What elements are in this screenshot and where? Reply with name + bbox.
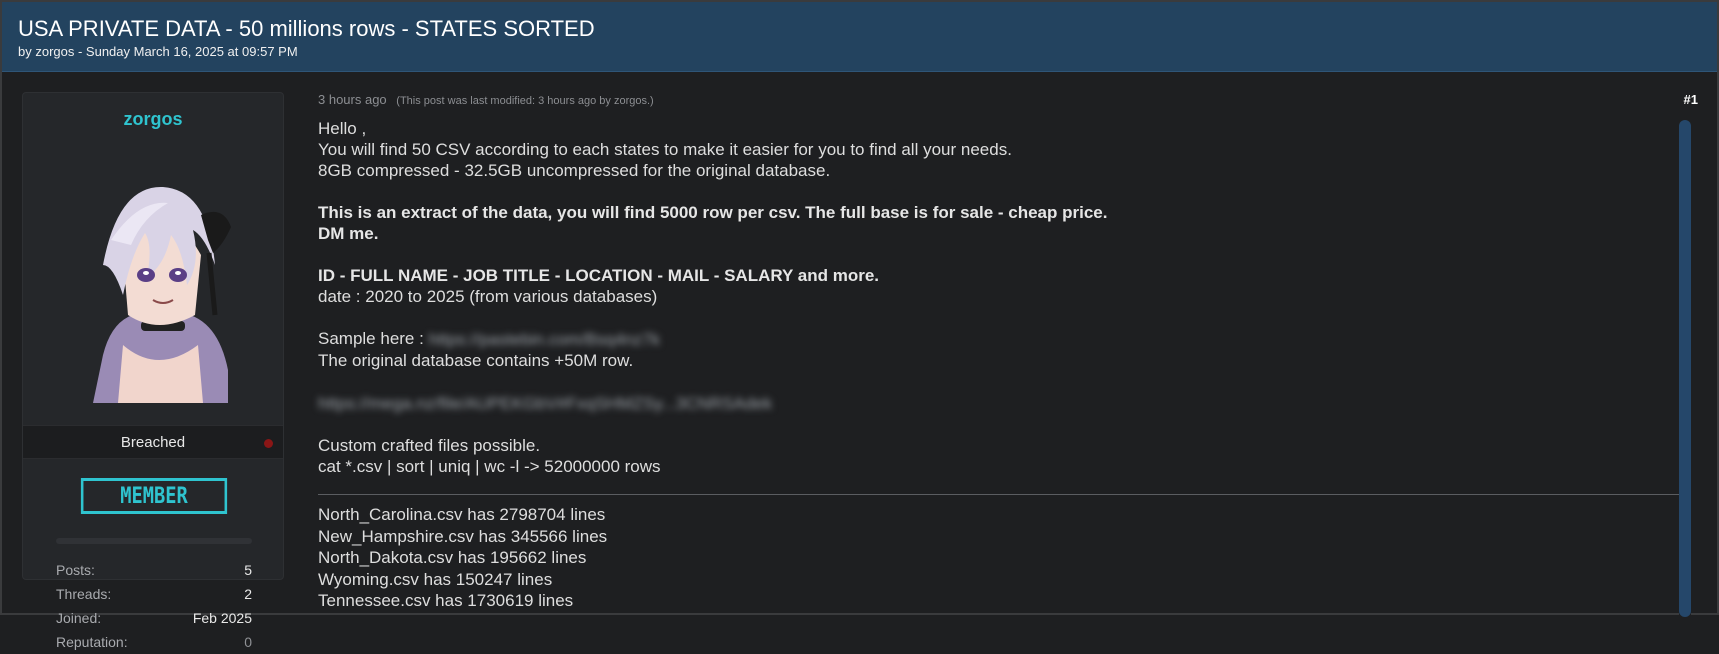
file-line: North_Carolina.csv has 2798704 lines (318, 505, 606, 524)
post-time[interactable]: 3 hours ago (318, 92, 387, 107)
thread-title: USA PRIVATE DATA - 50 millions rows - ST… (18, 16, 595, 41)
reputation-bar (56, 538, 252, 544)
post-line: date : 2020 to 2025 (from various databa… (318, 287, 658, 306)
avatar[interactable] (83, 145, 233, 403)
author-stats: Posts: 5 Threads: 2 Joined: Feb 2025 Rep… (56, 558, 252, 654)
post-line: Sample here : (318, 329, 424, 348)
thread-header: USA PRIVATE DATA - 50 millions rows - ST… (2, 2, 1717, 72)
post-body: Hello , You will find 50 CSV according t… (318, 118, 1678, 477)
rank-strip: Breached (23, 425, 283, 459)
post-scrollbar[interactable] (1679, 112, 1691, 617)
post-meta: 3 hours ago (This post was last modified… (318, 92, 654, 107)
stat-value[interactable]: 2 (244, 582, 252, 606)
stat-label: Posts: (56, 562, 95, 578)
stat-value: Feb 2025 (192, 610, 252, 626)
stat-joined: Joined: Feb 2025 (56, 606, 252, 630)
author-card: zorgos Breached MEMBER Posts: 5 Threads:… (22, 92, 284, 650)
post-modified-note: (This post was last modified: 3 hours ag… (396, 95, 654, 107)
stat-label: Joined: (56, 610, 102, 626)
sample-line: Sample here : https://pastebin.com/Bsq4n… (318, 328, 1678, 350)
file-line: North_Dakota.csv has 195662 lines (318, 548, 587, 567)
stat-threads: Threads: 2 (56, 582, 252, 606)
thread-meta: by zorgos - Sunday March 16, 2025 at 09:… (18, 44, 298, 59)
post-line: The original database contains +50M row. (318, 351, 634, 371)
forum-window: USA PRIVATE DATA - 50 millions rows - ST… (0, 0, 1719, 650)
post-line-bold: DM me. (318, 224, 379, 243)
rank-label: Breached (120, 434, 186, 451)
download-link[interactable]: https://mega.nz/file/AUPEKGbV#FxqSHMZSy.… (318, 393, 772, 414)
post-line-bold: This is an extract of the data, you will… (318, 203, 1108, 222)
stat-reputation: Reputation: 0 (56, 630, 252, 654)
post-number-link[interactable]: #1 (1684, 92, 1698, 107)
file-line: New_Hampshire.csv has 345566 lines (318, 526, 608, 546)
stat-posts: Posts: 5 (56, 558, 252, 582)
post-line-bold: ID - FULL NAME - JOB TITLE - LOCATION - … (318, 266, 879, 285)
file-list: North_Carolina.csv has 2798704 lines New… (318, 504, 607, 612)
offline-status-icon (264, 439, 273, 448)
member-badge: MEMBER (80, 478, 228, 514)
author-name-link[interactable]: zorgos (23, 109, 283, 130)
file-line: Tennessee.csv has 1730619 lines (318, 591, 574, 610)
post-line: Hello , (318, 119, 367, 138)
stat-value[interactable]: 5 (244, 558, 252, 582)
post-line: cat *.csv | sort | uniq | wc -l -> 52000… (318, 457, 661, 477)
post: 3 hours ago (This post was last modified… (318, 86, 1698, 617)
stat-value[interactable]: 0 (244, 630, 252, 654)
code-divider (318, 494, 1682, 495)
scrollbar-thumb[interactable] (1679, 120, 1691, 617)
stat-label: Threads: (56, 586, 112, 602)
post-line: Custom crafted files possible. (318, 436, 541, 456)
post-line: You will find 50 CSV according to each s… (318, 140, 1012, 159)
post-line: 8GB compressed - 32.5GB uncompressed for… (318, 161, 831, 180)
stat-label: Reputation: (56, 634, 128, 650)
sample-link[interactable]: https://pastebin.com/Bsq4nz7k (429, 329, 661, 350)
file-line: Wyoming.csv has 150247 lines (318, 569, 553, 589)
